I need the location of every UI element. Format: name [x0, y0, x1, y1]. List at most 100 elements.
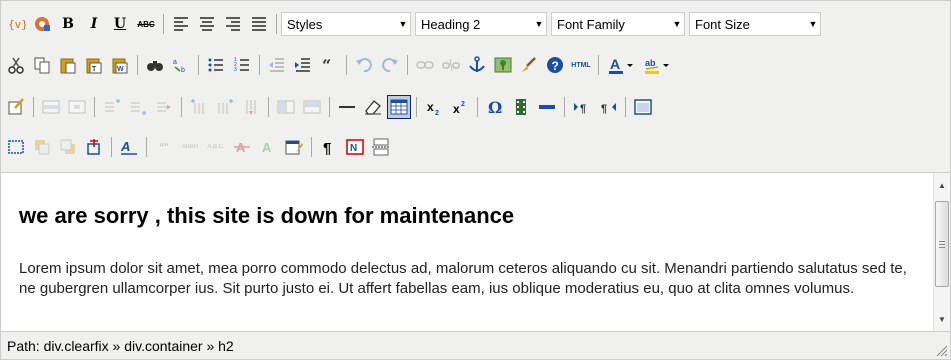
html-source-button[interactable]: HTML: [569, 53, 593, 77]
pagebreak-button[interactable]: [535, 95, 559, 119]
abbr-button[interactable]: ABBR: [178, 135, 202, 159]
highlight-icon: ab: [645, 58, 669, 74]
table-cell-icon: [68, 100, 86, 114]
content-paragraph[interactable]: Lorem ipsum dolor sit amet, mea porro co…: [19, 259, 919, 299]
page-break-insert-button[interactable]: [369, 135, 393, 159]
edit-form-button[interactable]: [4, 95, 28, 119]
bullet-list-button[interactable]: [204, 53, 228, 77]
copy-button[interactable]: [30, 53, 54, 77]
font-family-select-value: Font Family: [557, 16, 625, 32]
highlight-color-button[interactable]: ab: [640, 53, 674, 77]
acronym-button[interactable]: A.B.C.: [204, 135, 228, 159]
horizontal-rule-button[interactable]: [335, 95, 359, 119]
insert-layer-button[interactable]: [4, 135, 28, 159]
delete-row-button[interactable]: [152, 95, 176, 119]
unlink-button[interactable]: [439, 53, 463, 77]
cleanup-button[interactable]: [517, 53, 541, 77]
vertical-scrollbar[interactable]: ▲ ▼: [933, 173, 950, 331]
blockquote-button[interactable]: “: [317, 53, 341, 77]
cut-button[interactable]: [4, 53, 28, 77]
attributes-icon: [285, 140, 303, 155]
row-before-button[interactable]: [100, 95, 124, 119]
outdent-button[interactable]: [265, 53, 289, 77]
styles-select[interactable]: Styles ▼: [281, 12, 411, 36]
col-after-icon: [218, 99, 233, 114]
superscript-button[interactable]: x2: [448, 95, 472, 119]
col-after-button[interactable]: [213, 95, 237, 119]
styleprops-button[interactable]: A: [117, 135, 141, 159]
text-color-button[interactable]: A: [604, 53, 638, 77]
paste-text-button[interactable]: T: [82, 53, 106, 77]
resize-handle-icon[interactable]: [934, 343, 948, 357]
insert-media-button[interactable]: [509, 95, 533, 119]
toolbar-separator: [146, 137, 147, 157]
scroll-down-arrow-icon[interactable]: ▼: [934, 311, 950, 327]
table-row-props-button[interactable]: [39, 95, 63, 119]
font-size-select-value: Font Size: [695, 16, 750, 32]
special-char-button[interactable]: Ω: [483, 95, 507, 119]
align-center-icon: [200, 17, 214, 31]
rtl-icon: ¶: [601, 103, 616, 115]
find-button[interactable]: [143, 53, 167, 77]
remove-format-button[interactable]: [361, 95, 385, 119]
toolbar-separator: [259, 55, 260, 75]
editor-content-area[interactable]: we are sorry , this site is down for mai…: [1, 173, 933, 331]
numbered-list-button[interactable]: 123: [230, 53, 254, 77]
paste-button[interactable]: [56, 53, 80, 77]
nonbreaking-button[interactable]: N: [343, 135, 367, 159]
font-size-select[interactable]: Font Size ▼: [689, 12, 821, 36]
absolute-icon: [87, 139, 100, 155]
align-left-button[interactable]: [169, 12, 193, 36]
html-label: HTML: [571, 61, 591, 69]
redo-button[interactable]: [378, 53, 402, 77]
anchor-button[interactable]: [465, 53, 489, 77]
grip-icon: [939, 240, 945, 248]
visual-chars-button[interactable]: ¶: [317, 135, 341, 159]
align-right-button[interactable]: [221, 12, 245, 36]
table-cell-props-button[interactable]: [65, 95, 89, 119]
fullscreen-button[interactable]: [631, 95, 655, 119]
cite-button[interactable]: “”: [152, 135, 176, 159]
undo-button[interactable]: [352, 53, 376, 77]
merge-cells-button[interactable]: [300, 95, 324, 119]
indent-button[interactable]: [291, 53, 315, 77]
font-family-select[interactable]: Font Family ▼: [551, 12, 685, 36]
link-button[interactable]: [413, 53, 437, 77]
attributes-button[interactable]: [282, 135, 306, 159]
ltr-button[interactable]: ¶: [570, 95, 594, 119]
scroll-up-arrow-icon[interactable]: ▲: [934, 177, 950, 193]
table-row-icon: [42, 100, 60, 114]
insert-table-button[interactable]: [387, 95, 411, 119]
svg-text:x: x: [427, 100, 434, 114]
insertion-button[interactable]: A: [256, 135, 280, 159]
spellcheck-button[interactable]: [30, 12, 54, 36]
content-heading[interactable]: we are sorry , this site is down for mai…: [19, 203, 514, 229]
move-forward-button[interactable]: [30, 135, 54, 159]
rtl-button[interactable]: ¶: [596, 95, 620, 119]
deletion-button[interactable]: A: [230, 135, 254, 159]
strike-label: ABC: [137, 19, 155, 29]
absolute-button[interactable]: [82, 135, 106, 159]
replace-button[interactable]: ab: [169, 53, 193, 77]
strikethrough-button[interactable]: ABC: [134, 12, 158, 36]
insert-image-button[interactable]: [491, 53, 515, 77]
paste-word-button[interactable]: W: [108, 53, 132, 77]
align-justify-button[interactable]: [247, 12, 271, 36]
align-justify-icon: [252, 17, 266, 31]
underline-button[interactable]: U: [108, 12, 132, 36]
bold-button[interactable]: B: [56, 12, 80, 36]
help-button[interactable]: ?: [543, 53, 567, 77]
delete-col-button[interactable]: [239, 95, 263, 119]
insert-variable-button[interactable]: {v}: [4, 12, 28, 36]
toolbar-separator: [111, 137, 112, 157]
italic-button[interactable]: I: [82, 12, 106, 36]
col-before-button[interactable]: [187, 95, 211, 119]
indent-icon: [295, 58, 310, 72]
row-after-button[interactable]: [126, 95, 150, 119]
move-backward-button[interactable]: [56, 135, 80, 159]
format-select[interactable]: Heading 2 ▼: [415, 12, 547, 36]
subscript-button[interactable]: x2: [422, 95, 446, 119]
align-center-button[interactable]: [195, 12, 219, 36]
split-cells-button[interactable]: [274, 95, 298, 119]
scrollbar-thumb[interactable]: [935, 201, 949, 287]
